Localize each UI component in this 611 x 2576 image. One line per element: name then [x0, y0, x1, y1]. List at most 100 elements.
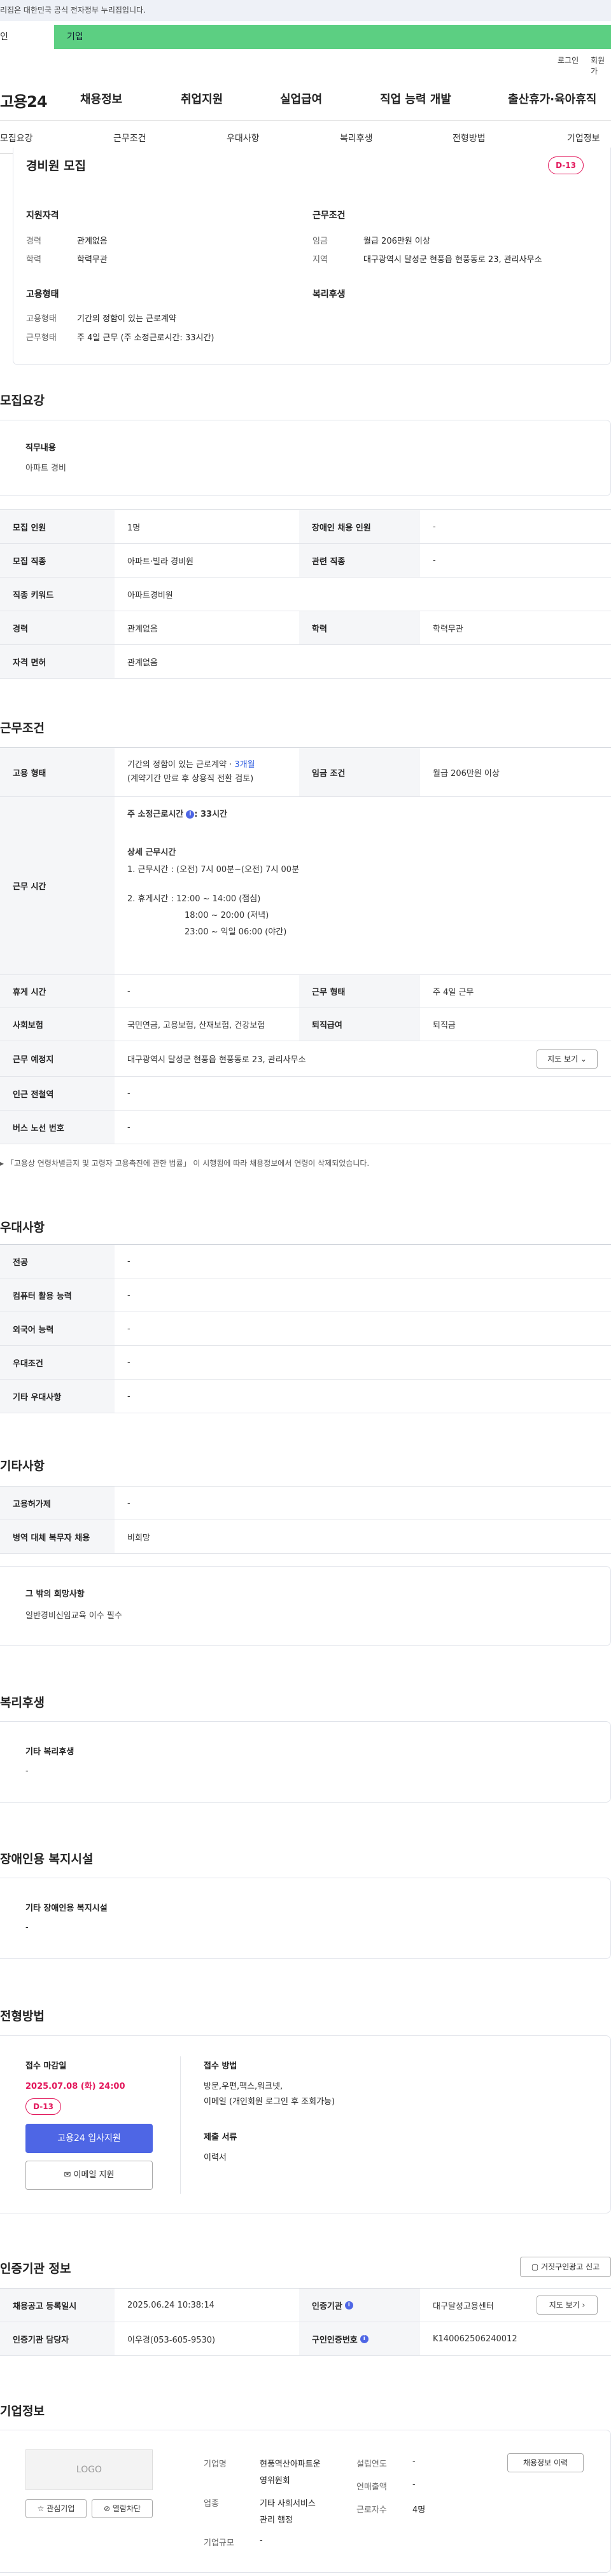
table-cell: 주 4일 근무 — [433, 988, 474, 997]
work-hours-cell: 주 소정근로시간 i: 33시간 상세 근무시간 1. 근무시간 : (오전) 7… — [115, 797, 611, 974]
info-icon[interactable]: i — [186, 810, 195, 819]
table-header: 고용허가제 — [0, 1486, 115, 1520]
anchor-recruit[interactable]: 모집요강 — [0, 132, 33, 144]
employment-contract-text: 기간의 정함이 있는 근로계약 · — [127, 760, 235, 770]
disabled-facility-label: 기타 장애인용 복지시설 — [25, 1904, 108, 1913]
login-link[interactable]: 로그인 — [558, 55, 579, 66]
site-logo[interactable]: 고용24 — [0, 89, 48, 111]
table-cell: 관계없음 — [127, 624, 158, 634]
global-nav: 고용24 채용정보 취업지원 실업급여 직업 능력 개발 출산휴가·육아휴직 — [0, 75, 611, 121]
gnb-parental-leave[interactable]: 출산휴가·육아휴직 — [508, 90, 596, 107]
table-cell: 2025.06.24 10:38:14 — [127, 2300, 214, 2310]
apply-button[interactable]: 고용24 입사지원 — [25, 2124, 153, 2153]
break-hours-line: 2. 휴게시간 : 12:00 ~ 14:00 (점심) — [127, 894, 261, 904]
table-cell: 아파트·빌라 경비원 — [127, 557, 193, 567]
table-cell: 관계없음 — [127, 658, 158, 668]
table-header: 고용 형태 — [0, 748, 115, 796]
table-header: 경력 — [0, 611, 115, 644]
table-header: 자격 면허 — [0, 645, 115, 678]
weekly-hours-label: 주 소정근로시간 — [127, 810, 184, 819]
etc-wish-value: 일반경비신임교육 이수 필수 — [25, 1611, 122, 1621]
table-row: 채용공고 등록일시 2025.06.24 10:38:14 인증기관 i 대구달성… — [0, 2289, 611, 2322]
hiring-history-button[interactable]: 채용정보 이력 — [507, 2453, 584, 2472]
job-title: 경비원 모집 — [26, 159, 87, 173]
gnb-unemployment-benefit[interactable]: 실업급여 — [280, 90, 322, 107]
age-law-note: ▸ 「고용상 연령차별금지 및 고령자 고용촉진에 관한 법률」 이 시행됨에 … — [0, 1159, 370, 1168]
tab-company[interactable]: 기업 — [54, 25, 611, 49]
career-label: 경력 — [26, 237, 41, 246]
favorite-company-button[interactable]: ☆ 관심기업 — [25, 2499, 87, 2518]
weekly-hours-value: : 33시간 — [194, 810, 227, 819]
break-hours-line: 23:00 ~ 익일 06:00 (야간) — [185, 927, 287, 937]
info-icon[interactable]: i — [344, 2301, 353, 2309]
table-header: 전공 — [0, 1245, 115, 1278]
industry-value: 기타 사회서비스 — [260, 2499, 316, 2509]
method-label: 접수 방법 — [204, 2061, 237, 2071]
documents-value: 이력서 — [204, 2153, 227, 2163]
employment-type-value: 기간의 정함이 있는 근로계약 — [77, 314, 176, 324]
anchor-company[interactable]: 기업정보 — [567, 132, 600, 144]
tab-individual[interactable]: 인 — [0, 25, 54, 49]
summary-card: 경비원 모집 D-13 지원자격 경력 관계없음 학력 학력무관 근무조건 임금… — [13, 148, 611, 365]
detail-hours-title: 상세 근무시간 — [127, 848, 176, 857]
cert-map-button[interactable]: 지도 보기 › — [537, 2296, 598, 2315]
disabled-facility-section-title: 장애인용 복지시설 — [0, 1852, 94, 1866]
email-apply-button[interactable]: ✉ 이메일 지원 — [25, 2161, 153, 2190]
recruit-section-title: 모집요강 — [0, 394, 45, 408]
table-cell: - — [127, 1088, 130, 1098]
table-cell: 월급 206만원 이상 — [433, 768, 500, 779]
gnb-vocational-training[interactable]: 직업 능력 개발 — [380, 90, 451, 107]
table-row: 직종 키워드 아파트경비원 — [0, 578, 611, 611]
chevron-down-icon: ⌄ — [580, 1055, 587, 1063]
disabled-facility-value: - — [25, 1923, 29, 1932]
false-ad-report-button[interactable]: ▢ 거짓구인광고 신고 — [520, 2257, 611, 2277]
favorite-label: 관심기업 — [46, 2504, 75, 2513]
anchor-welfare[interactable]: 복리후생 — [340, 132, 373, 144]
etc-section-title: 기타사항 — [0, 1459, 45, 1473]
table-header: 관련 직종 — [299, 544, 420, 577]
table-header: 임금 조건 — [299, 748, 420, 796]
table-header: 인근 전철역 — [0, 1077, 115, 1110]
table-cell: - — [433, 555, 436, 565]
anchor-selection[interactable]: 전형방법 — [453, 132, 486, 144]
table-cell: 퇴직금 — [433, 1021, 456, 1030]
employees-label: 근로자수 — [356, 2505, 387, 2515]
map-view-button[interactable]: 지도 보기 ⌄ — [537, 1049, 598, 1069]
founded-label: 설립연도 — [356, 2460, 387, 2469]
table-row: 컴퓨터 활용 능력 - — [0, 1278, 611, 1312]
sales-label: 연매출액 — [356, 2483, 387, 2492]
table-cell: 대구광역시 달성군 현풍읍 현풍동로 23, 관리사무소 — [127, 1055, 306, 1065]
block-icon: ⊘ — [103, 2504, 111, 2513]
industry-label: 업종 — [204, 2499, 219, 2509]
company-card: LOGO ☆ 관심기업 ⊘ 열람차단 기업명 현풍역산아파트운 영위원회 설립연… — [0, 2430, 611, 2573]
table-header: 장애인 채용 인원 — [299, 510, 420, 543]
table-header: 사회보험 — [0, 1008, 115, 1041]
qualification-title: 지원자격 — [26, 211, 59, 221]
sales-value: - — [412, 2480, 416, 2489]
education-value: 학력무관 — [77, 255, 108, 265]
welfare-section-title: 복리후생 — [0, 1696, 45, 1710]
info-icon[interactable]: i — [360, 2334, 369, 2343]
table-header: 인증기관 i — [299, 2289, 420, 2322]
break-hours-line: 18:00 ~ 20:00 (저녁) — [185, 911, 269, 920]
table-cell: - — [433, 522, 436, 532]
employees-value: 4명 — [412, 2505, 426, 2515]
join-link[interactable]: 회원가 — [591, 55, 611, 76]
selection-dday-badge: D-13 — [25, 2098, 61, 2115]
gnb-employment-support[interactable]: 취업지원 — [181, 90, 223, 107]
star-icon: ☆ — [37, 2504, 45, 2513]
company-logo-placeholder: LOGO — [25, 2449, 153, 2490]
detail-hours-line: 1. 근무시간 : (오전) 7시 00분~(오전) 7시 00분 — [127, 865, 300, 875]
industry-value: 관리 행정 — [260, 2516, 293, 2525]
anchor-preference[interactable]: 우대사항 — [227, 132, 260, 144]
table-header: 근무 예정지 — [0, 1041, 115, 1076]
anchor-work[interactable]: 근무조건 — [113, 132, 146, 144]
block-view-button[interactable]: ⊘ 열람차단 — [92, 2499, 153, 2518]
company-name-value: 영위원회 — [260, 2476, 290, 2486]
chevron-right-icon: › — [582, 2301, 586, 2309]
gnb-jobs[interactable]: 채용정보 — [80, 90, 122, 107]
cert-section-title: 인증기관 정보 — [0, 2262, 71, 2276]
employment-type-title: 고용형태 — [26, 289, 59, 300]
email-apply-label: 이메일 지원 — [73, 2170, 115, 2180]
cert-table: 채용공고 등록일시 2025.06.24 10:38:14 인증기관 i 대구달성… — [0, 2288, 611, 2356]
